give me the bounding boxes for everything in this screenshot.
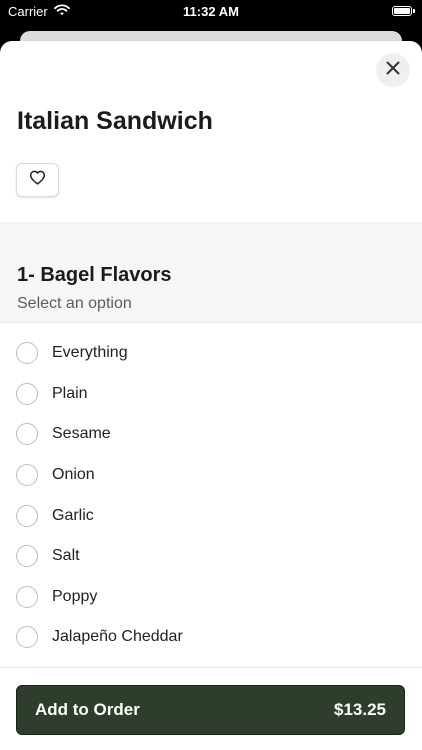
option-garlic[interactable]: Garlic	[0, 495, 422, 536]
price-label: $13.25	[334, 700, 386, 719]
favorite-button[interactable]	[16, 163, 59, 197]
option-list: Everything Plain Sesame Onion Garlic Sal…	[0, 333, 422, 658]
option-label: Salt	[52, 547, 80, 565]
section-title: 1- Bagel Flavors	[17, 264, 172, 286]
add-to-order-button[interactable]: Add to Order $13.25	[16, 685, 405, 735]
radio-button[interactable]	[16, 504, 38, 527]
option-label: Everything	[52, 344, 128, 362]
radio-button[interactable]	[16, 545, 38, 568]
section-header: 1- Bagel Flavors Select an option	[0, 222, 422, 323]
option-salt[interactable]: Salt	[0, 536, 422, 577]
option-label: Plain	[52, 384, 88, 402]
option-onion[interactable]: Onion	[0, 455, 422, 496]
radio-button[interactable]	[16, 382, 38, 405]
option-jalapeno-cheddar[interactable]: Jalapeño Cheddar	[0, 617, 422, 658]
heart-icon	[29, 170, 46, 190]
radio-button[interactable]	[16, 585, 38, 608]
radio-button[interactable]	[16, 464, 38, 487]
status-bar: Carrier 11:32 AM	[0, 0, 422, 24]
option-poppy[interactable]: Poppy	[0, 577, 422, 618]
option-label: Onion	[52, 466, 95, 484]
item-sheet: Italian Sandwich 1- Bagel Flavors Select…	[0, 41, 422, 750]
option-label: Garlic	[52, 506, 94, 524]
radio-button[interactable]	[16, 423, 38, 446]
close-icon	[386, 61, 400, 80]
option-everything[interactable]: Everything	[0, 333, 422, 374]
add-to-order-label: Add to Order	[35, 700, 140, 719]
close-button[interactable]	[376, 53, 410, 87]
option-label: Jalapeño Cheddar	[52, 628, 183, 646]
option-label: Sesame	[52, 425, 111, 443]
section-subtitle: Select an option	[17, 295, 132, 312]
radio-button[interactable]	[16, 626, 38, 649]
option-plain[interactable]: Plain	[0, 374, 422, 415]
item-title: Italian Sandwich	[17, 107, 213, 135]
radio-button[interactable]	[16, 342, 38, 365]
battery-icon	[392, 6, 415, 16]
footer: Add to Order $13.25	[0, 667, 422, 750]
option-label: Poppy	[52, 587, 98, 605]
option-sesame[interactable]: Sesame	[0, 414, 422, 455]
status-time: 11:32 AM	[183, 4, 239, 19]
